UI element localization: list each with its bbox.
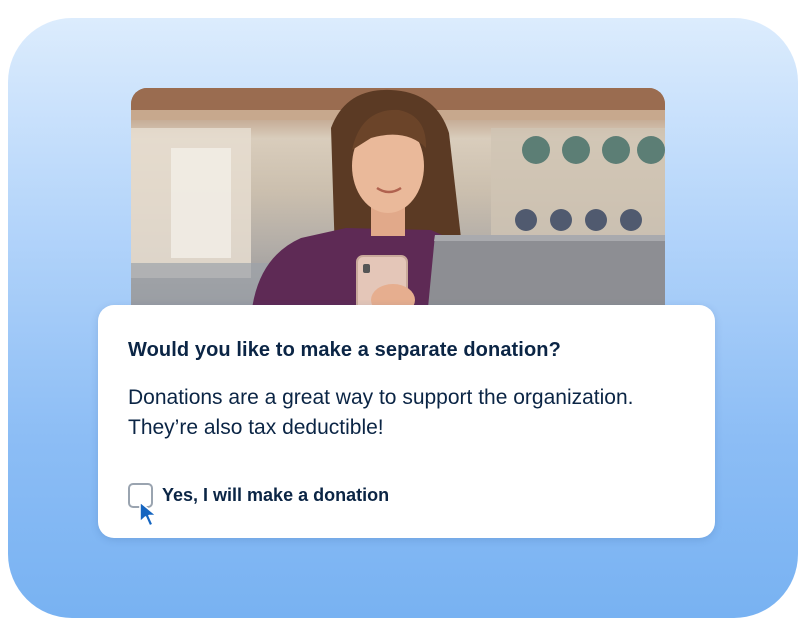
donation-checkbox-label[interactable]: Yes, I will make a donation: [162, 485, 389, 506]
laptop-edge: [434, 235, 665, 241]
bokeh-green-2: [562, 136, 590, 164]
bokeh-green-4: [637, 136, 665, 164]
mouse-pointer-icon: [139, 501, 158, 527]
bokeh-navy-1: [515, 209, 537, 231]
hero-photo-illustration: [131, 88, 665, 318]
donation-question-title: Would you like to make a separate donati…: [128, 339, 561, 361]
bokeh-navy-2: [550, 209, 572, 231]
phone-camera: [363, 264, 370, 273]
bokeh-green-1: [522, 136, 550, 164]
bokeh-navy-3: [585, 209, 607, 231]
hero-photo: [131, 88, 665, 318]
donation-description: Donations are a great way to support the…: [128, 386, 634, 439]
donation-card: Would you like to make a separate donati…: [98, 305, 715, 538]
bokeh-navy-4: [620, 209, 642, 231]
bokeh-green-3: [602, 136, 630, 164]
shop-window-light: [171, 148, 231, 258]
